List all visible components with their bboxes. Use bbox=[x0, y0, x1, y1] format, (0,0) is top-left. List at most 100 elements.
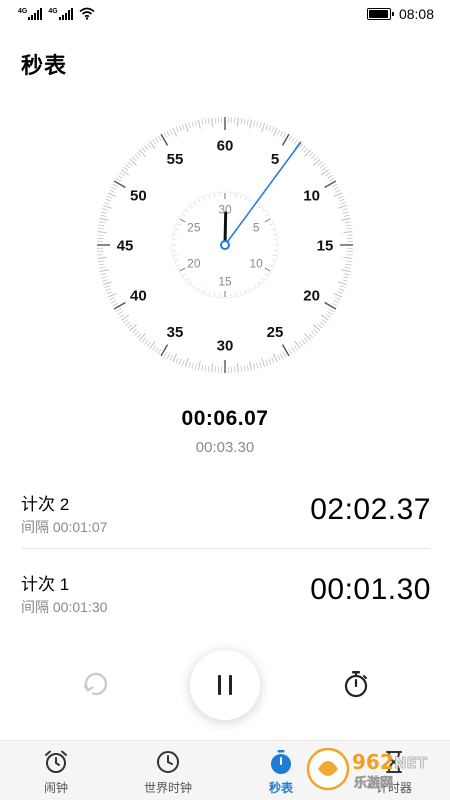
outer-tick bbox=[282, 352, 287, 358]
outer-tick bbox=[293, 345, 298, 351]
outer-tick bbox=[265, 359, 269, 366]
outer-tick bbox=[99, 217, 109, 221]
outer-tick bbox=[105, 288, 112, 292]
tab-alarm[interactable]: 闹钟 bbox=[0, 741, 112, 800]
outer-tick bbox=[341, 208, 348, 211]
outer-tick bbox=[154, 347, 159, 353]
outer-tick bbox=[313, 328, 319, 334]
outer-tick bbox=[325, 313, 331, 318]
outer-tick bbox=[327, 311, 333, 316]
signal-1: 4G bbox=[18, 7, 43, 20]
pause-button[interactable] bbox=[190, 650, 260, 720]
outer-tick bbox=[146, 341, 152, 347]
outer-tick bbox=[98, 260, 105, 263]
outer-tick bbox=[110, 300, 117, 304]
outer-tick bbox=[338, 198, 345, 202]
outer-tick bbox=[325, 172, 331, 177]
wifi-icon bbox=[79, 7, 95, 20]
outer-tick bbox=[259, 361, 262, 368]
inner-tick bbox=[264, 267, 271, 272]
outer-tick bbox=[277, 129, 281, 136]
outer-tick bbox=[109, 189, 116, 193]
status-right: 08:08 bbox=[366, 6, 434, 22]
outer-tick bbox=[117, 174, 123, 179]
inner-tick bbox=[249, 199, 252, 203]
outer-tick bbox=[157, 348, 162, 355]
outer-tick bbox=[272, 353, 278, 363]
outer-tick bbox=[99, 266, 106, 269]
outer-tick bbox=[136, 151, 142, 157]
outer-tick bbox=[107, 192, 117, 198]
outer-label: 60 bbox=[217, 138, 234, 155]
outer-tick bbox=[172, 127, 178, 137]
outer-label: 45 bbox=[117, 238, 134, 255]
reset-button[interactable] bbox=[80, 668, 112, 700]
signal-2-label: 4G bbox=[48, 7, 58, 15]
outer-tick bbox=[166, 130, 170, 137]
outer-tick bbox=[328, 177, 335, 182]
outer-tick bbox=[261, 358, 266, 367]
outer-tick bbox=[311, 331, 316, 336]
outer-tick bbox=[265, 124, 269, 131]
outer-tick bbox=[344, 266, 351, 269]
outer-tick bbox=[102, 208, 109, 211]
inner-tick bbox=[203, 289, 206, 293]
inner-tick bbox=[208, 291, 211, 295]
outer-tick bbox=[301, 339, 306, 345]
inner-tick bbox=[174, 233, 178, 236]
outer-tick bbox=[102, 279, 109, 282]
outer-tick bbox=[144, 145, 149, 151]
outer-tick bbox=[328, 308, 335, 313]
outer-tick bbox=[319, 321, 325, 326]
inner-tick bbox=[198, 287, 201, 291]
outer-label: 40 bbox=[130, 288, 147, 305]
outer-tick bbox=[115, 308, 122, 313]
outer-tick bbox=[99, 269, 109, 273]
outer-tick bbox=[324, 301, 337, 310]
signal-2: 4G bbox=[48, 7, 73, 20]
outer-tick bbox=[160, 133, 169, 146]
outer-tick bbox=[268, 125, 272, 132]
lap-interval: 间隔 00:01:30 bbox=[21, 599, 108, 615]
outer-tick bbox=[277, 354, 281, 361]
outer-tick bbox=[103, 204, 112, 209]
outer-tick bbox=[281, 344, 290, 357]
outer-tick bbox=[175, 126, 179, 133]
outer-tick bbox=[321, 166, 327, 172]
outer-tick bbox=[104, 285, 111, 289]
lap-timer-icon bbox=[344, 671, 368, 698]
tab-world-clock[interactable]: 世界时钟 bbox=[112, 741, 224, 800]
outer-label: 35 bbox=[167, 324, 184, 341]
outer-label: 55 bbox=[167, 151, 184, 168]
outer-tick bbox=[204, 365, 207, 372]
lap-button[interactable] bbox=[340, 668, 372, 700]
inner-tick bbox=[182, 273, 186, 276]
outer-tick bbox=[101, 211, 108, 214]
inner-tick bbox=[194, 284, 197, 288]
outer-tick bbox=[343, 231, 353, 234]
outer-tick bbox=[169, 129, 173, 136]
outer-tick bbox=[201, 364, 204, 371]
current-lap-time: 00:03.30 bbox=[195, 439, 255, 456]
dial-hands bbox=[220, 141, 302, 250]
outer-tick bbox=[113, 301, 126, 310]
hand-pivot bbox=[220, 240, 230, 250]
outer-tick bbox=[281, 133, 290, 146]
inner-label: 10 bbox=[249, 257, 263, 271]
outer-tick bbox=[97, 231, 107, 234]
page-title: 秒表 bbox=[21, 53, 68, 78]
inner-tick bbox=[261, 209, 264, 213]
outer-tick bbox=[97, 256, 107, 259]
outer-label: 10 bbox=[303, 188, 320, 205]
outer-tick bbox=[338, 204, 347, 209]
outer-tick bbox=[342, 276, 349, 279]
inner-tick bbox=[272, 233, 276, 236]
outer-tick bbox=[117, 311, 123, 316]
outer-tick bbox=[240, 365, 243, 372]
status-left: 4G 4G bbox=[18, 7, 95, 20]
outer-tick bbox=[207, 365, 210, 372]
outer-tick bbox=[272, 127, 278, 137]
outer-tick bbox=[106, 195, 113, 199]
inner-tick bbox=[208, 195, 211, 199]
inner-tick bbox=[271, 228, 275, 231]
